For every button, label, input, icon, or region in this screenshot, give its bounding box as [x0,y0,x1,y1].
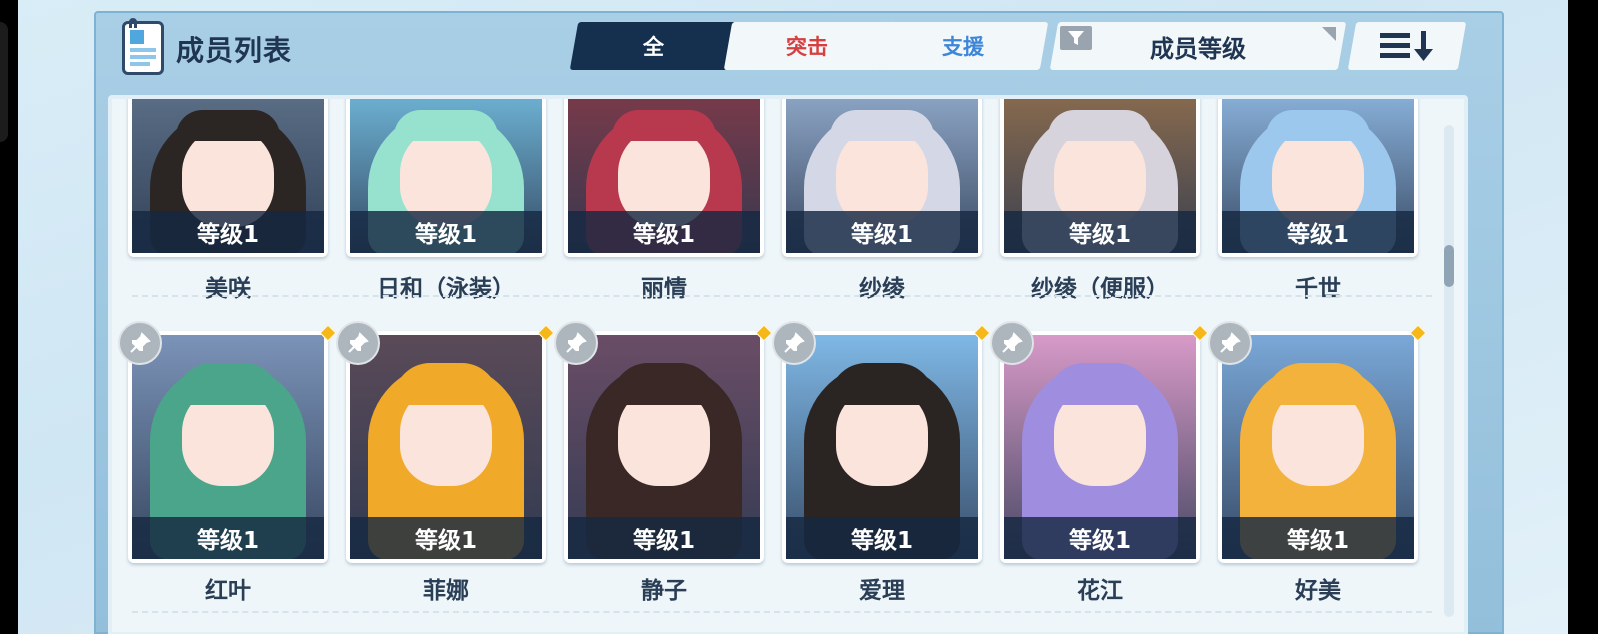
member-name: 美咲 [205,276,251,302]
screen-nub [0,22,8,142]
header: 成员列表 全 突击 支援 成员等级 [96,13,1502,85]
member-portrait-frame: 等级1 [128,99,328,257]
member-name: 红叶 [205,578,251,604]
pin-icon[interactable] [554,321,598,365]
row-divider [132,295,1432,297]
pin-icon[interactable] [336,321,380,365]
member-grid: 等级1 美咲 等级1 日和（泳装） 等级1 丽情 等级1 纱绫 等级1 纱绫（便服） 等级1 千世 等级… [108,95,1468,634]
member-portrait-frame: 等级1 [564,331,764,563]
scroll-thumb[interactable] [1444,245,1454,287]
member-name: 花江 [1077,578,1123,604]
sort-select[interactable]: 成员等级 [1049,22,1347,70]
member-portrait-frame: 等级1 [1218,99,1418,257]
screen-edge-right [1568,0,1598,634]
tab-assault[interactable]: 突击 [723,22,891,70]
member-name: 纱绫 [859,276,905,302]
tab-assault-label: 突击 [785,35,828,59]
member-portrait-frame: 等级1 [346,331,546,563]
sort-label: 成员等级 [1150,34,1246,63]
level-label: 等级1 [1004,211,1196,253]
level-label: 等级1 [132,211,324,253]
page-title: 成员列表 [176,34,293,67]
member-name: 爱理 [859,578,905,604]
pin-icon[interactable] [118,321,162,365]
member-portrait-frame: 等级1 [564,99,764,257]
level-label: 等级1 [1222,211,1414,253]
pin-icon[interactable] [990,321,1034,365]
level-label: 等级1 [568,517,760,559]
member-list-icon [122,18,164,75]
tab-support[interactable]: 支援 [877,22,1049,70]
level-label: 等级1 [1004,517,1196,559]
level-label: 等级1 [568,211,760,253]
member-name: 千世 [1295,276,1341,302]
level-label: 等级1 [1222,517,1414,559]
screen-edge-left [0,0,18,634]
level-label: 等级1 [350,211,542,253]
level-label: 等级1 [350,517,542,559]
member-name: 纱绫（便服） [1031,276,1169,302]
member-name: 日和（泳装） [377,276,515,302]
member-portrait-frame: 等级1 [1000,331,1200,563]
scrollbar[interactable] [1444,125,1454,617]
member-portrait-frame: 等级1 [1000,99,1200,257]
sort-order-button[interactable] [1347,22,1467,70]
member-name: 丽情 [641,276,687,302]
pin-icon[interactable] [772,321,816,365]
tab-all[interactable]: 全 [569,22,737,70]
sort-order-icon [1380,31,1433,61]
member-name: 静子 [641,578,687,604]
level-label: 等级1 [786,211,978,253]
member-list-window: 成员列表 全 突击 支援 成员等级 等级1 美咲 等级1 日和（泳装） 等级1 … [94,11,1504,634]
pin-icon[interactable] [1208,321,1252,365]
member-portrait-frame: 等级1 [1218,331,1418,563]
tab-all-label: 全 [642,35,664,59]
tab-support-label: 支援 [942,35,984,59]
member-portrait-frame: 等级1 [782,331,982,563]
member-portrait-frame: 等级1 [346,99,546,257]
member-portrait-frame: 等级1 [128,331,328,563]
member-name: 好美 [1295,578,1341,604]
dropdown-corner-icon [1322,27,1336,41]
level-label: 等级1 [786,517,978,559]
level-label: 等级1 [132,517,324,559]
row-divider [132,611,1432,613]
member-name: 菲娜 [423,578,469,604]
member-portrait-frame: 等级1 [782,99,982,257]
